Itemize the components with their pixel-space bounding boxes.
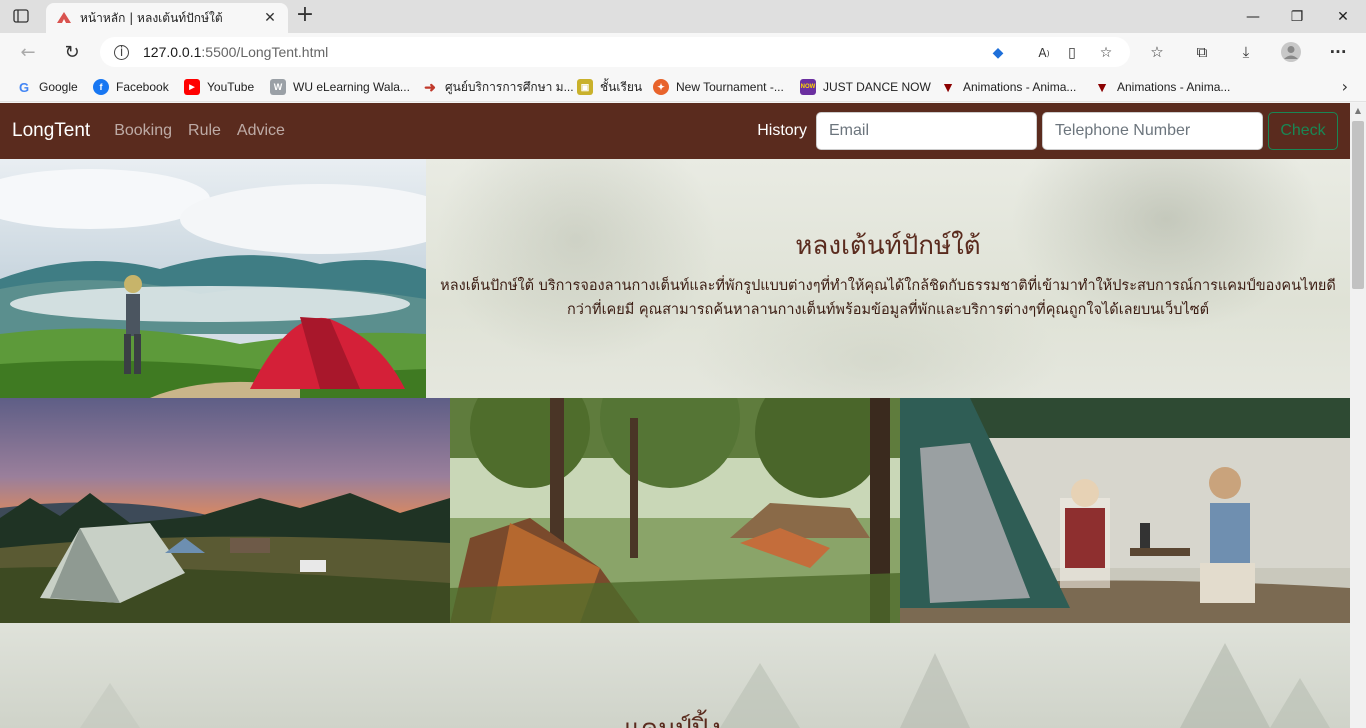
info-icon[interactable]: i [114, 44, 129, 60]
url-host: 127.0.0.1 [143, 44, 202, 60]
photo-gallery [0, 398, 1350, 623]
tab-title: หน้าหลัก | หลงเต้นท์ปักษ์ใต้ [80, 10, 223, 25]
site-navbar: LongTent Booking Rule Advice History Che… [0, 103, 1350, 159]
tab-actions-icon[interactable] [10, 6, 32, 26]
browser-tab[interactable]: หน้าหลัก | หลงเต้นท์ปักษ์ใต้ ✕ [46, 3, 288, 33]
sunset-camp-image [0, 398, 450, 623]
scroll-up-icon[interactable]: ▲ [1350, 103, 1366, 119]
minimize-icon[interactable]: — [1230, 0, 1276, 33]
bookmark-classroom[interactable]: ▣ ชั้นเรียน [577, 77, 642, 97]
bookmarks-bar: G Google f Facebook ▶ YouTube W WU eLearning… [0, 71, 1366, 102]
scrollbar-thumb[interactable] [1352, 121, 1364, 289]
check-button[interactable]: Check [1268, 112, 1338, 150]
refresh-icon[interactable]: ↻ [60, 40, 84, 64]
restore-icon[interactable]: ❐ [1274, 0, 1320, 33]
bookmark-education-center[interactable]: ➜ ศูนย์บริการการศึกษา ม... [422, 77, 573, 97]
camping-section: แคมป์ปิ้ง [0, 623, 1350, 728]
hero-section: หลงเต้นท์ปักษ์ใต้ หลงเต็นปักษ์ใต้ บริการ… [0, 159, 1350, 398]
page-scrollbar[interactable]: ▲ [1350, 103, 1366, 728]
new-tab-icon[interactable]: + [294, 4, 316, 26]
youtube-icon: ▶ [184, 79, 200, 95]
close-icon[interactable]: ✕ [262, 10, 278, 26]
bookmark-animations-2[interactable]: ▼ Animations - Anima... [1094, 77, 1230, 97]
history-label: History [757, 122, 807, 139]
collections-icon[interactable]: ⧉ [1191, 41, 1213, 63]
bookmark-animations-1[interactable]: ▼ Animations - Anima... [940, 77, 1076, 97]
url-path: :5500/LongTent.html [201, 44, 329, 60]
chevron-right-icon[interactable]: › [1342, 77, 1348, 96]
animations-icon: ▼ [1095, 79, 1109, 95]
history-form: History Check [757, 112, 1350, 150]
page-viewport: LongTent Booking Rule Advice History Che… [0, 103, 1350, 728]
bookmark-wu-elearning[interactable]: W WU eLearning Wala... [270, 77, 410, 97]
google-icon: G [18, 79, 30, 95]
facebook-icon: f [93, 79, 109, 95]
bookmark-facebook[interactable]: f Facebook [93, 77, 169, 97]
bookmark-youtube[interactable]: ▶ YouTube [184, 77, 254, 97]
reader-view-icon[interactable]: ▯ [1062, 44, 1082, 62]
nav-link-advice[interactable]: Advice [237, 122, 285, 140]
nav-link-booking[interactable]: Booking [114, 122, 172, 140]
bookmark-new-tournament[interactable]: ✦ New Tournament -... [653, 77, 784, 97]
downloads-icon[interactable]: ⤓ [1235, 41, 1257, 63]
read-aloud-icon[interactable]: A) [1034, 44, 1054, 62]
browser-toolbar: ← ↻ i 127.0.0.1:5500/LongTent.html ◆ A) … [0, 33, 1366, 71]
wu-elearning-icon: W [270, 79, 286, 95]
brand-logo[interactable]: LongTent [12, 120, 90, 142]
hero-description: หลงเต็นปักษ์ใต้ บริการจองลานกางเต็นท์และ… [440, 278, 1336, 318]
hero-camper-image [0, 159, 426, 398]
just-dance-icon: NOW [800, 79, 816, 95]
address-bar[interactable]: i 127.0.0.1:5500/LongTent.html ◆ A) ▯ ☆ [100, 37, 1130, 67]
favorite-star-icon[interactable]: ☆ [1096, 44, 1116, 62]
lake-campers-image [900, 398, 1350, 623]
nav-link-rule[interactable]: Rule [188, 122, 221, 140]
more-menu-icon[interactable]: ··· [1327, 41, 1349, 63]
tag-icon[interactable]: ◆ [988, 44, 1008, 62]
browser-tabbar: หน้าหลัก | หลงเต้นท์ปักษ์ใต้ ✕ + — ❐ ✕ [0, 0, 1366, 33]
hero-title: หลงเต้นท์ปักษ์ใต้ [795, 231, 981, 261]
tent-favicon-icon [56, 9, 72, 28]
classroom-icon: ▣ [577, 79, 593, 95]
nav-links: Booking Rule Advice [114, 122, 285, 140]
profile-avatar-icon[interactable] [1280, 41, 1302, 63]
back-icon[interactable]: ← [16, 40, 40, 64]
arrow-right-icon: ➜ [424, 78, 436, 95]
telephone-input[interactable] [1042, 112, 1263, 150]
bookmark-google[interactable]: G Google [16, 77, 78, 97]
hero-text-block: หลงเต้นท์ปักษ์ใต้ หลงเต็นปักษ์ใต้ บริการ… [436, 225, 1340, 322]
bookmark-just-dance[interactable]: NOW JUST DANCE NOW [800, 77, 931, 97]
camping-title: แคมป์ปิ้ง [624, 708, 721, 728]
window-close-icon[interactable]: ✕ [1320, 0, 1366, 33]
flame-icon: ✦ [653, 79, 669, 95]
email-input[interactable] [816, 112, 1037, 150]
favorites-icon[interactable]: ☆ [1146, 41, 1168, 63]
forest-tents-image [450, 398, 900, 623]
animations-icon: ▼ [941, 79, 955, 95]
